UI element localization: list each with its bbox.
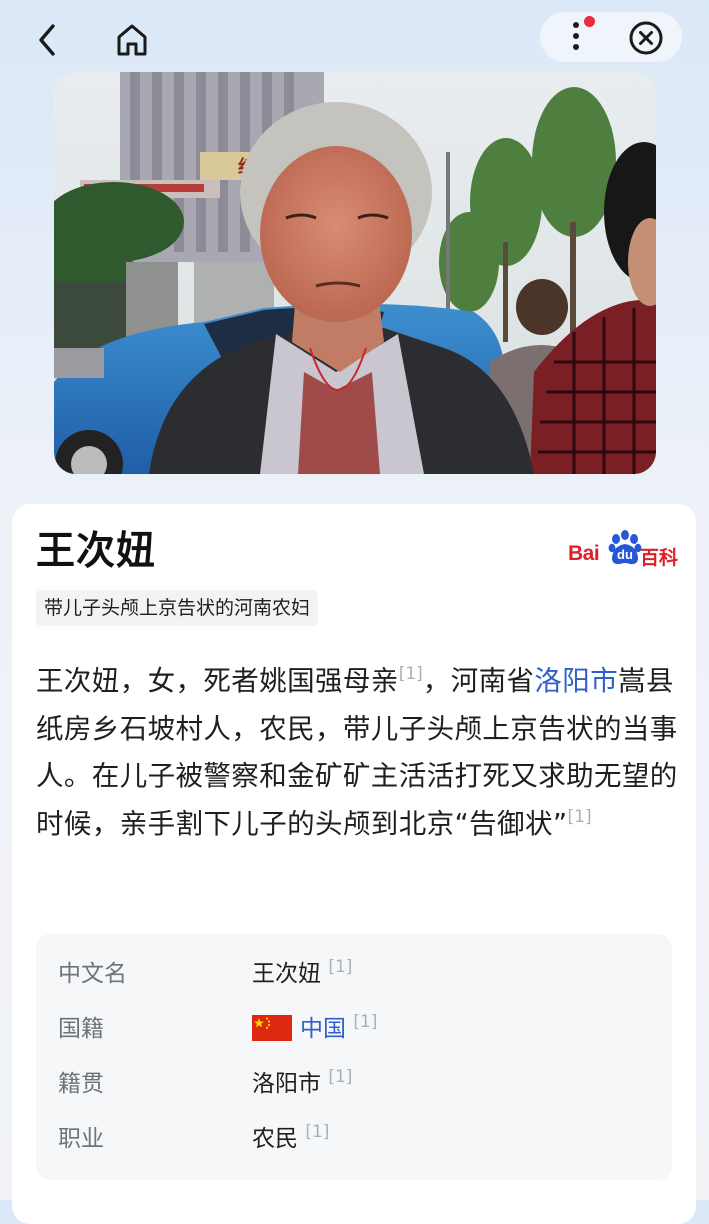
entry-summary: 王次妞，女，死者姚国强母亲[1]，河南省洛阳市嵩县纸房乡石坡村人，农民，带儿子头…	[36, 658, 678, 848]
baidu-baike-logo[interactable]: Bai du 百科	[568, 528, 678, 572]
citation-link[interactable]: [1]	[328, 1067, 352, 1087]
citation-link[interactable]: [1]	[399, 664, 423, 684]
close-circle-icon	[629, 21, 663, 55]
luoyang-link[interactable]: 洛阳市	[534, 665, 618, 697]
more-vertical-icon	[573, 22, 579, 50]
infobox-value-text: 王次妞	[252, 961, 321, 987]
baike-logo-bai-text: Bai	[568, 542, 600, 565]
infobox-label: 国籍	[58, 1016, 104, 1042]
infobox-value-text: 洛阳市	[252, 1071, 321, 1097]
infobox-row-native-place: 籍贯 洛阳市 [1]	[36, 1064, 672, 1104]
citation-link[interactable]: [1]	[328, 957, 352, 977]
entry-tag[interactable]: 带儿子头颅上京告状的河南农妇	[36, 590, 319, 626]
notification-dot	[584, 16, 595, 27]
infobox-label: 籍贯	[58, 1071, 104, 1097]
encyclopedia-card: 王次妞 Bai du 百科 带儿子头颅上京告状的河南农妇 王次妞，女，死者姚国强…	[12, 504, 696, 1224]
china-link[interactable]: 中国	[300, 1016, 346, 1042]
infobox-label: 职业	[58, 1126, 104, 1152]
infobox-label: 中文名	[58, 961, 127, 987]
entry-title: 王次妞	[36, 529, 157, 574]
close-button[interactable]	[624, 16, 668, 60]
home-button[interactable]	[110, 18, 154, 62]
top-navigation-bar	[0, 0, 709, 76]
back-button[interactable]	[28, 20, 68, 60]
citation-link[interactable]: [1]	[353, 1012, 377, 1032]
infobox-row-nationality: 国籍 中国 [1]	[36, 1009, 672, 1049]
infobox-value: 洛阳市 [1]	[252, 1064, 352, 1104]
summary-text-part1: 王次妞，女，死者姚国强母亲	[36, 665, 399, 697]
china-flag-icon	[252, 1015, 292, 1041]
infobox-row-occupation: 职业 农民 [1]	[36, 1119, 672, 1159]
baike-logo-du-text: du	[617, 547, 633, 562]
back-arrow-icon	[39, 24, 55, 56]
baike-logo-ke-text: 百科	[640, 547, 679, 569]
summary-text-part2: ，河南省	[422, 665, 535, 697]
citation-link[interactable]: [1]	[568, 807, 592, 827]
citation-link[interactable]: [1]	[305, 1122, 329, 1142]
portrait-photo[interactable]: 红	[54, 72, 656, 474]
infobox-row-chinese-name: 中文名 王次妞 [1]	[36, 954, 672, 994]
infobox-value: 中国 [1]	[252, 1009, 377, 1049]
home-icon	[117, 24, 147, 56]
infobox-value-text: 农民	[252, 1126, 298, 1152]
infobox-value: 王次妞 [1]	[252, 954, 352, 994]
infobox-value: 农民 [1]	[252, 1119, 329, 1159]
infobox: 中文名 王次妞 [1] 国籍 中国 [1] 籍贯 洛阳市 [1] 职业 农民 […	[36, 934, 672, 1180]
